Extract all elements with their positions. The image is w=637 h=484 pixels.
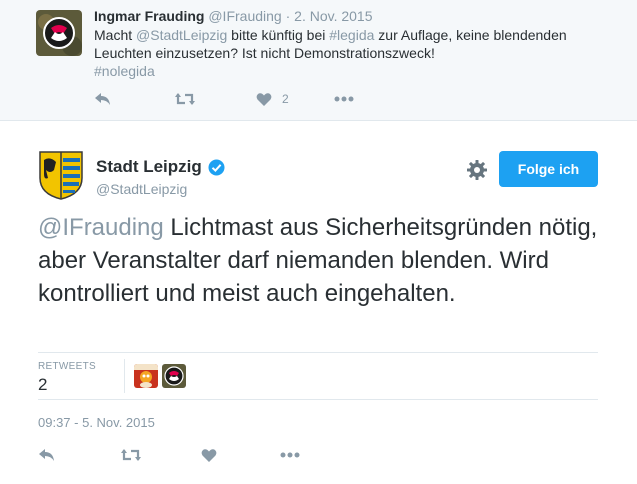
parent-tweet[interactable]: Ingmar Frauding @IFrauding · 2. Nov. 201… [0, 0, 637, 121]
retweet-icon [121, 449, 141, 461]
text-fragment: Macht [94, 27, 137, 43]
main-author-handle[interactable]: @StadtLeipzig [96, 181, 187, 197]
more-button[interactable] [280, 444, 300, 466]
retweet-button[interactable] [120, 444, 142, 466]
mention-link[interactable]: @StadtLeipzig [136, 27, 227, 43]
divider [38, 399, 598, 400]
reply-button[interactable] [94, 88, 112, 110]
stadt-leipzig-avatar[interactable] [38, 150, 84, 200]
hashtag-link[interactable]: #legida [329, 27, 374, 43]
retweeter-avatar[interactable] [162, 364, 186, 388]
ingmar-avatar[interactable] [36, 10, 82, 56]
parent-author-handle[interactable]: @IFrauding [208, 8, 281, 24]
more-icon [280, 452, 300, 458]
parent-tweet-text: Macht @StadtLeipzig bitte künftig bei #l… [94, 26, 594, 80]
author-name-text[interactable]: Stadt Leipzig [96, 157, 202, 177]
reply-icon [95, 93, 110, 105]
hashtag-link[interactable]: #nolegida [94, 63, 155, 79]
retweet-icon [175, 93, 195, 105]
gear-icon[interactable] [466, 159, 488, 181]
tweet-timestamp[interactable]: 09:37 - 5. Nov. 2015 [38, 415, 155, 430]
retweeter-avatar[interactable] [134, 364, 158, 388]
reply-icon [39, 449, 54, 461]
parent-author-name[interactable]: Ingmar Frauding [94, 8, 204, 24]
heart-icon [256, 92, 272, 106]
parent-header: Ingmar Frauding @IFrauding · 2. Nov. 201… [94, 8, 373, 24]
follow-button[interactable]: Folge ich [499, 151, 598, 187]
parent-date[interactable]: 2. Nov. 2015 [294, 8, 372, 24]
main-tweet-text: @IFrauding Lichtmast aus Sicherheitsgrün… [38, 211, 608, 310]
main-author-name[interactable]: Stadt Leipzig [96, 157, 225, 177]
like-count: 2 [282, 92, 289, 106]
reply-button[interactable] [38, 444, 56, 466]
mention-link[interactable]: @IFrauding [38, 214, 164, 241]
separator-dot: · [285, 8, 291, 24]
stats-separator [124, 359, 125, 393]
more-button[interactable] [334, 88, 354, 110]
retweets-label[interactable]: RETWEETS [38, 361, 96, 372]
retweet-button[interactable] [174, 88, 196, 110]
like-button[interactable] [201, 444, 217, 466]
more-icon [334, 96, 354, 102]
tweet-stats: RETWEETS 2 [38, 353, 598, 399]
like-button[interactable]: 2 [256, 88, 289, 110]
retweets-count[interactable]: 2 [38, 375, 47, 395]
verified-icon [208, 159, 225, 175]
heart-icon [201, 448, 217, 462]
text-fragment: bitte künftig bei [227, 27, 330, 43]
